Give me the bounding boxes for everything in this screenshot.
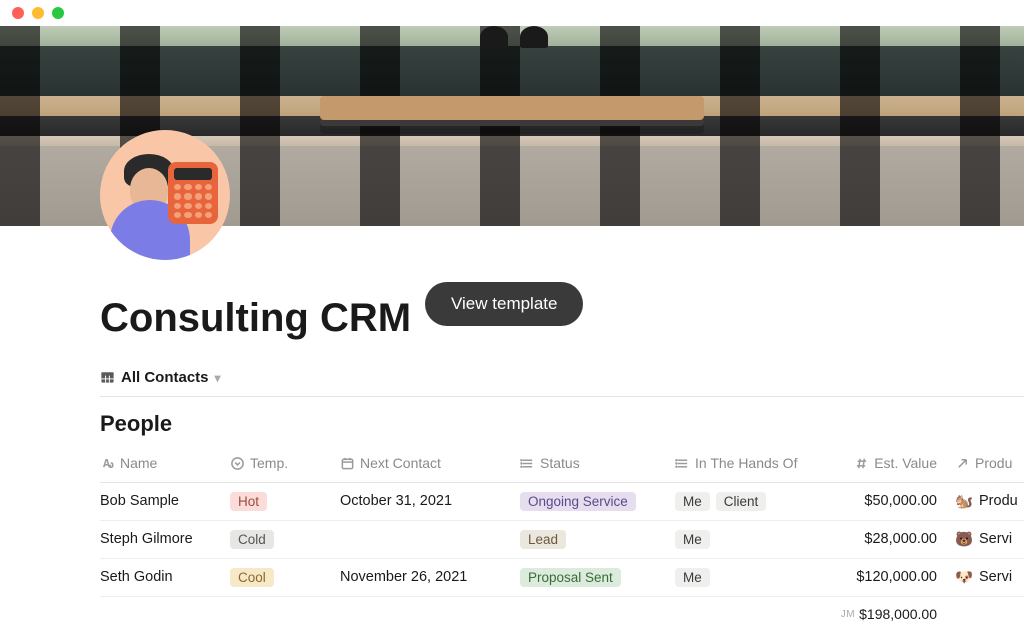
cell-product[interactable]: 🐿️Produ	[955, 482, 1024, 520]
cell-next-contact[interactable]: October 31, 2021	[340, 482, 520, 520]
cell-hands-of[interactable]: Me	[675, 520, 835, 558]
column-next-contact[interactable]: Next Contact	[340, 447, 520, 482]
select-icon	[230, 456, 245, 471]
column-product[interactable]: Produ	[955, 447, 1024, 482]
est-value-sum: JM$198,000.00	[835, 596, 955, 631]
column-hands-of[interactable]: In The Hands Of	[675, 447, 835, 482]
cell-next-contact[interactable]	[340, 520, 520, 558]
view-template-button[interactable]: View template	[425, 282, 583, 326]
view-selector[interactable]: All Contacts ▾	[100, 369, 1024, 397]
relation-icon	[955, 456, 970, 471]
cell-name[interactable]: Steph Gilmore	[100, 520, 230, 558]
cell-est-value[interactable]: $28,000.00	[835, 520, 955, 558]
cell-est-value[interactable]: $120,000.00	[835, 558, 955, 596]
cell-temp[interactable]: Hot	[230, 482, 340, 520]
cell-status[interactable]: Lead	[520, 520, 675, 558]
column-name[interactable]: Name	[100, 447, 230, 482]
cell-hands-of[interactable]: Me	[675, 558, 835, 596]
column-est-value[interactable]: Est. Value	[835, 447, 955, 482]
window-close-button[interactable]	[12, 7, 24, 19]
contacts-table: Name Temp. Next Contact	[100, 447, 1024, 631]
product-emoji-icon: 🐿️	[955, 493, 973, 510]
table-icon	[100, 370, 115, 385]
cell-status[interactable]: Ongoing Service	[520, 482, 675, 520]
cell-temp[interactable]: Cold	[230, 520, 340, 558]
cell-product[interactable]: 🐶Servi	[955, 558, 1024, 596]
product-emoji-icon: 🐻	[955, 531, 973, 548]
cell-name[interactable]: Bob Sample	[100, 482, 230, 520]
cell-product[interactable]: 🐻Servi	[955, 520, 1024, 558]
column-status[interactable]: Status	[520, 447, 675, 482]
cell-temp[interactable]: Cool	[230, 558, 340, 596]
view-name: All Contacts	[121, 369, 209, 386]
page-icon[interactable]	[100, 130, 230, 260]
window-minimize-button[interactable]	[32, 7, 44, 19]
product-emoji-icon: 🐶	[955, 569, 973, 586]
cell-name[interactable]: Seth Godin	[100, 558, 230, 596]
multiselect-icon	[675, 456, 690, 471]
calendar-icon	[340, 456, 355, 471]
multiselect-icon	[520, 456, 535, 471]
window-zoom-button[interactable]	[52, 7, 64, 19]
table-row[interactable]: Seth GodinCoolNovember 26, 2021Proposal …	[100, 558, 1024, 596]
cell-status[interactable]: Proposal Sent	[520, 558, 675, 596]
table-row[interactable]: Steph GilmoreCold LeadMe$28,000.00🐻Servi	[100, 520, 1024, 558]
number-icon	[854, 456, 869, 471]
column-temp[interactable]: Temp.	[230, 447, 340, 482]
window-chrome	[0, 0, 1024, 26]
chevron-down-icon: ▾	[215, 371, 221, 385]
cell-est-value[interactable]: $50,000.00	[835, 482, 955, 520]
section-title: People	[100, 411, 1024, 437]
cell-next-contact[interactable]: November 26, 2021	[340, 558, 520, 596]
cell-hands-of[interactable]: MeClient	[675, 482, 835, 520]
text-icon	[100, 456, 115, 471]
calculator-icon	[168, 162, 218, 224]
table-row[interactable]: Bob SampleHotOctober 31, 2021Ongoing Ser…	[100, 482, 1024, 520]
